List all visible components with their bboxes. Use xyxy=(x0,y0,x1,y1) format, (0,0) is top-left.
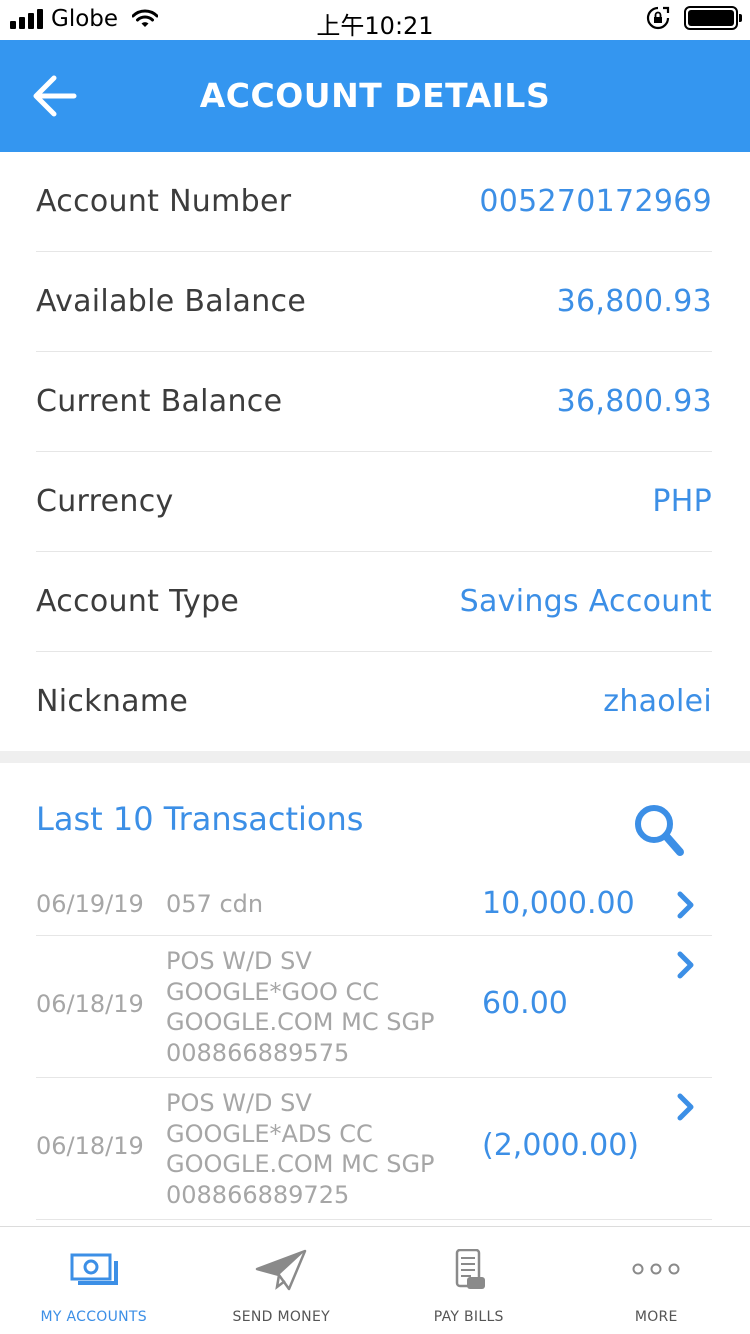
status-time: 上午10:21 xyxy=(316,12,434,40)
nav-label: MY ACCOUNTS xyxy=(40,1309,147,1325)
transaction-amount: (2,000.00) xyxy=(482,1128,640,1163)
description-line: 057 cdn xyxy=(166,890,264,918)
chevron-right-icon xyxy=(677,891,694,919)
transaction-date: 06/18/19 xyxy=(36,990,144,1018)
detail-value: zhaolei xyxy=(603,684,712,719)
transaction-amount: 10,000.00 xyxy=(482,886,635,921)
description-line: GOOGLE.COM MC SGP xyxy=(166,1008,435,1036)
description-line: POS W/D SV xyxy=(166,1089,312,1117)
section-divider xyxy=(0,751,750,763)
nav-label: SEND MONEY xyxy=(232,1309,330,1325)
nav-label: PAY BILLS xyxy=(433,1309,504,1325)
description-line: GOOGLE.COM MC SGP xyxy=(166,1150,435,1178)
description-line: POS W/D SV xyxy=(166,947,312,975)
transaction-amount: 60.00 xyxy=(482,986,568,1021)
transaction-date: 06/19/19 xyxy=(36,890,144,918)
detail-row-account-type: Account Type Savings Account xyxy=(36,552,712,652)
status-bar: Globe 上午10:21 xyxy=(0,0,750,40)
transactions-title: Last 10 Transactions xyxy=(36,800,364,838)
more-dots-icon xyxy=(632,1263,680,1275)
detail-label: Available Balance xyxy=(36,284,307,319)
detail-row-nickname: Nickname zhaolei xyxy=(36,652,712,752)
nav-item-my-accounts[interactable]: MY ACCOUNTS xyxy=(0,1227,188,1334)
receipt-icon xyxy=(455,1249,485,1289)
rotation-lock-icon xyxy=(646,6,670,30)
chevron-right-icon xyxy=(677,951,694,979)
transaction-description: 057 cdn xyxy=(166,889,466,920)
cash-icon xyxy=(70,1253,118,1285)
description-line: 008866889725 xyxy=(166,1180,350,1209)
transaction-row[interactable]: 06/18/19 POS W/D SV GOOGLE*ADS CC GOOGLE… xyxy=(36,1078,712,1220)
transaction-row[interactable]: 06/18/19 POS W/D SV GOOGLE*GOO CC GOOGLE… xyxy=(36,936,712,1078)
paper-plane-icon xyxy=(256,1249,307,1291)
detail-value: 36,800.93 xyxy=(556,384,712,419)
transaction-row[interactable]: 06/19/19 057 cdn 10,000.00 xyxy=(36,872,712,936)
transaction-description: POS W/D SV GOOGLE*ADS CC GOOGLE.COM MC S… xyxy=(166,1088,466,1210)
detail-label: Nickname xyxy=(36,684,189,719)
detail-row-current-balance: Current Balance 36,800.93 xyxy=(36,352,712,452)
detail-label: Account Type xyxy=(36,584,240,619)
app-header: ACCOUNT DETAILS xyxy=(0,40,750,152)
detail-label: Current Balance xyxy=(36,384,283,419)
transaction-date: 06/18/19 xyxy=(36,1132,144,1160)
page-title: ACCOUNT DETAILS xyxy=(199,76,551,115)
nav-item-send-money[interactable]: SEND MONEY xyxy=(188,1227,376,1334)
detail-value: PHP xyxy=(652,484,712,519)
description-line: GOOGLE*GOO CC xyxy=(166,977,380,1006)
transactions-list: 06/19/19 057 cdn 10,000.00 06/18/19 POS … xyxy=(36,872,712,1220)
battery-icon xyxy=(684,6,742,30)
description-line: 008866889575 xyxy=(166,1038,350,1067)
detail-value: 005270172969 xyxy=(479,184,712,219)
nav-label: MORE xyxy=(634,1309,678,1325)
detail-row-account-number: Account Number 005270172969 xyxy=(36,152,712,252)
search-button[interactable] xyxy=(630,800,690,860)
transaction-description: POS W/D SV GOOGLE*GOO CC GOOGLE.COM MC S… xyxy=(166,946,466,1068)
nav-item-pay-bills[interactable]: PAY BILLS xyxy=(375,1227,563,1334)
detail-value: Savings Account xyxy=(459,584,712,619)
chevron-right-icon xyxy=(677,1093,694,1121)
detail-row-currency: Currency PHP xyxy=(36,452,712,552)
nav-item-more[interactable]: MORE xyxy=(563,1227,750,1334)
detail-label: Currency xyxy=(36,484,174,519)
detail-label: Account Number xyxy=(36,184,292,219)
status-right xyxy=(646,6,742,30)
detail-row-available-balance: Available Balance 36,800.93 xyxy=(36,252,712,352)
detail-value: 36,800.93 xyxy=(556,284,712,319)
description-line: GOOGLE*ADS CC xyxy=(166,1119,373,1148)
search-icon xyxy=(635,805,684,856)
account-details-list: Account Number 005270172969 Available Ba… xyxy=(36,152,712,752)
bottom-nav: MY ACCOUNTS SEND MONEY PAY BILLS MORE xyxy=(0,1226,750,1334)
